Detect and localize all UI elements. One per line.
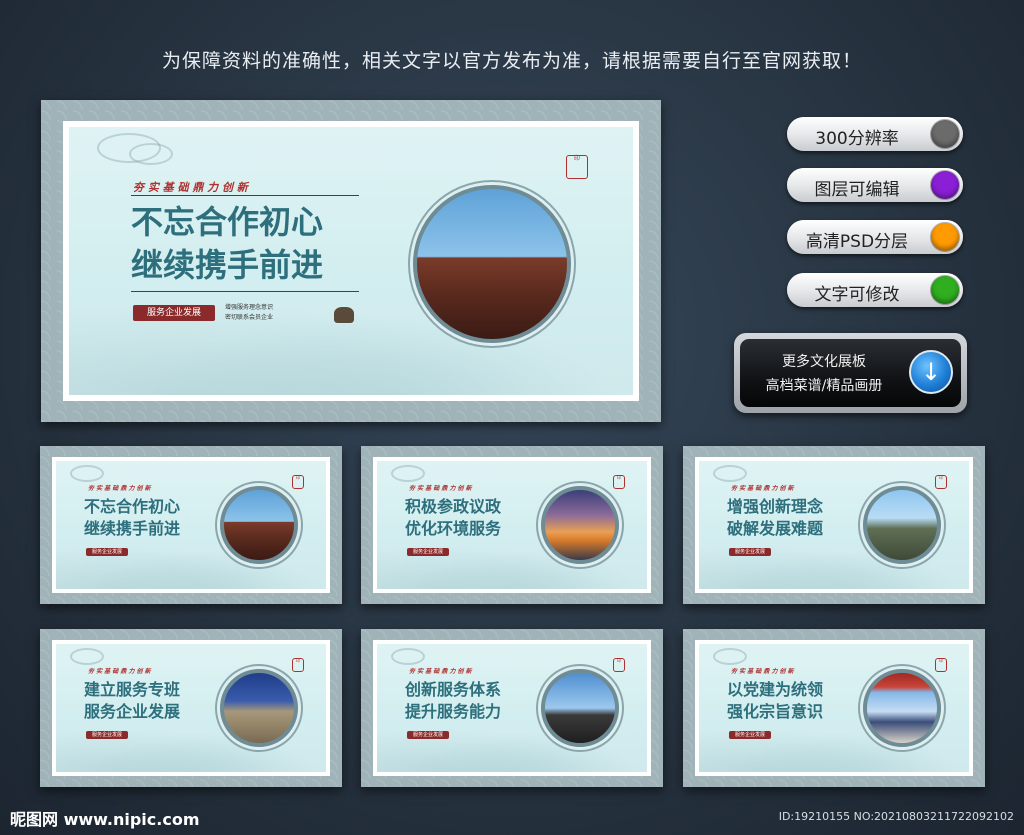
title-line-2: 继续携手前进	[131, 246, 324, 284]
seal-stamp: 印	[292, 658, 304, 672]
feature-layers: 图层可编辑	[787, 168, 963, 202]
ding-vessel-icon	[334, 307, 354, 323]
subtitle: 夯 实 基 础 鼎 力 创 新	[409, 668, 472, 675]
subtitle-underline	[131, 195, 359, 196]
small-text-1: 增强服务理念意识	[225, 304, 274, 311]
thumbnail-board-3[interactable]: 印 夯 实 基 础 鼎 力 创 新 增强创新理念 破解发展难题 服务企业发展	[683, 446, 985, 604]
seal-stamp: 印	[292, 475, 304, 489]
seal-stamp: 印	[935, 658, 947, 672]
seal-stamp: 印	[935, 475, 947, 489]
title-line-1: 积极参政议政	[405, 497, 502, 516]
thumbnail-board-6[interactable]: 印 夯 实 基 础 鼎 力 创 新 以党建为统领 强化宗旨意识 服务企业发展	[683, 629, 985, 787]
title-line-2: 强化宗旨意识	[727, 702, 824, 721]
seal-stamp: 印	[613, 475, 625, 489]
feature-label: 文字可修改	[814, 285, 900, 305]
photo-circle	[541, 486, 619, 564]
title-line-1: 建立服务专班	[84, 680, 181, 699]
feature-psd: 高清PSD分层	[787, 220, 963, 254]
photo-circle	[863, 486, 941, 564]
cloud-pattern-icon	[713, 465, 747, 482]
image-id: ID:19210155 NO:20210803211722092102	[778, 810, 1014, 823]
cloud-pattern-icon	[391, 648, 425, 665]
photo-circle-roof	[413, 185, 571, 343]
feature-label: 300分辨率	[815, 129, 899, 149]
title-line-2: 优化环境服务	[405, 519, 502, 538]
photo-circle	[863, 669, 941, 747]
cloud-pattern-icon	[70, 465, 104, 482]
title-line-1: 不忘合作初心	[84, 497, 181, 516]
tag-badge: 服务企业发展	[729, 731, 771, 739]
purple-dot-icon	[931, 171, 959, 199]
cloud-pattern-icon	[129, 143, 173, 165]
subtitle: 夯 实 基 础 鼎 力 创 新	[409, 485, 472, 492]
title-line-2: 继续携手前进	[84, 519, 181, 538]
title-line-1: 不忘合作初心	[131, 203, 324, 241]
title-line-2: 服务企业发展	[84, 702, 181, 721]
title-line-1: 以党建为统领	[727, 680, 824, 699]
title-line-2: 破解发展难题	[727, 519, 824, 538]
main-board-preview: 印 夯 实 基 础 鼎 力 创 新 不忘合作初心 继续携手前进 服务企业发展 增…	[41, 100, 661, 422]
feature-text: 文字可修改	[787, 273, 963, 307]
subtitle: 夯 实 基 础 鼎 力 创 新	[88, 485, 151, 492]
more-boards-button[interactable]: 更多文化展板 高档菜谱/精品画册 ↓	[734, 333, 967, 413]
tag-badge: 服务企业发展	[133, 305, 215, 321]
title-line-2: 提升服务能力	[405, 702, 502, 721]
title-underline	[131, 291, 359, 292]
feature-label: 图层可编辑	[814, 180, 900, 200]
subtitle: 夯 实 基 础 鼎 力 创 新	[731, 668, 794, 675]
gray-dot-icon	[931, 120, 959, 148]
photo-circle	[220, 669, 298, 747]
subtitle: 夯 实 基 础 鼎 力 创 新	[133, 181, 248, 194]
notice-text: 为保障资料的准确性，相关文字以官方发布为准，请根据需要自行至官网获取！	[161, 50, 862, 72]
feature-resolution: 300分辨率	[787, 117, 963, 151]
thumbnail-board-2[interactable]: 印 夯 实 基 础 鼎 力 创 新 积极参政议政 优化环境服务 服务企业发展	[361, 446, 663, 604]
tag-badge: 服务企业发展	[729, 548, 771, 556]
photo-circle	[220, 486, 298, 564]
orange-dot-icon	[931, 223, 959, 251]
cloud-pattern-icon	[713, 648, 747, 665]
subtitle: 夯 实 基 础 鼎 力 创 新	[731, 485, 794, 492]
thumbnail-board-4[interactable]: 印 夯 实 基 础 鼎 力 创 新 建立服务专班 服务企业发展 服务企业发展	[40, 629, 342, 787]
photo-circle	[541, 669, 619, 747]
tag-badge: 服务企业发展	[86, 548, 128, 556]
cloud-pattern-icon	[70, 648, 104, 665]
subtitle: 夯 实 基 础 鼎 力 创 新	[88, 668, 151, 675]
more-line-2: 高档菜谱/精品画册	[765, 378, 883, 394]
download-arrow-icon[interactable]: ↓	[909, 350, 953, 394]
title-line-1: 创新服务体系	[405, 680, 502, 699]
more-line-1: 更多文化展板	[782, 354, 866, 370]
site-logo: 昵图网 www.nipic.com	[10, 810, 200, 829]
tag-badge: 服务企业发展	[407, 548, 449, 556]
green-dot-icon	[931, 276, 959, 304]
thumbnail-board-5[interactable]: 印 夯 实 基 础 鼎 力 创 新 创新服务体系 提升服务能力 服务企业发展	[361, 629, 663, 787]
feature-label: 高清PSD分层	[805, 232, 909, 252]
small-text-2: 密切联系会员企业	[225, 314, 274, 321]
title-line-1: 增强创新理念	[727, 497, 824, 516]
tag-badge: 服务企业发展	[86, 731, 128, 739]
seal-stamp: 印	[613, 658, 625, 672]
tag-badge: 服务企业发展	[407, 731, 449, 739]
cloud-pattern-icon	[391, 465, 425, 482]
seal-stamp: 印	[566, 155, 588, 179]
thumbnail-board-1[interactable]: 印 夯 实 基 础 鼎 力 创 新 不忘合作初心 继续携手前进 服务企业发展	[40, 446, 342, 604]
